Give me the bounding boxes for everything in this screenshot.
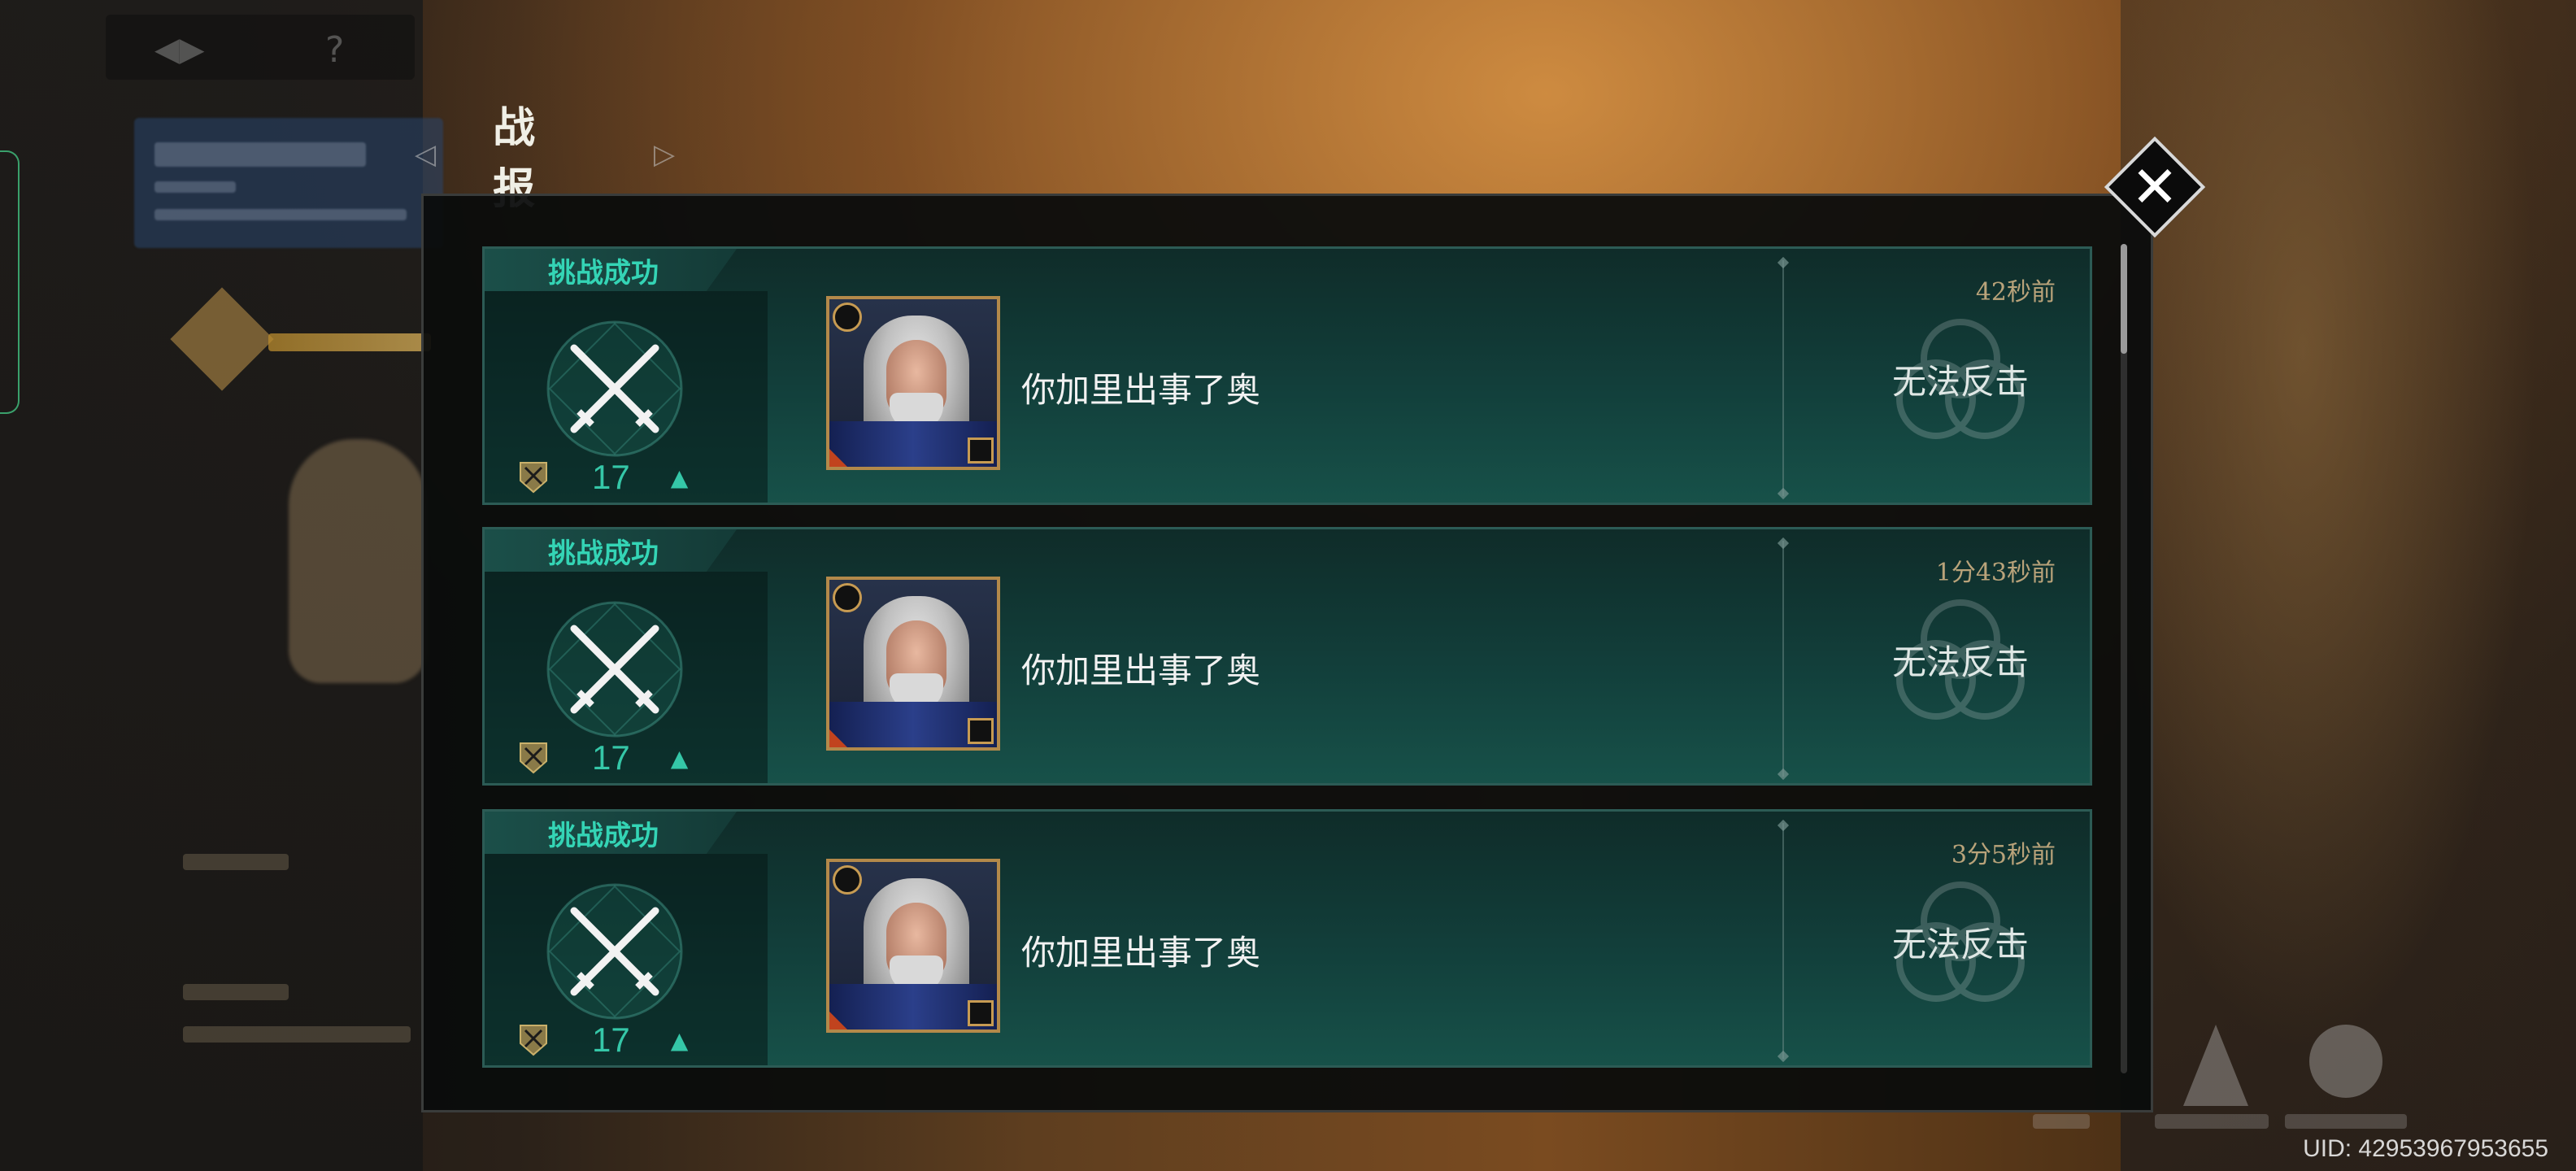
back-arrows-icon[interactable]: ◀▶ <box>154 31 205 68</box>
left-edge-tab[interactable] <box>0 150 20 414</box>
battle-info: 17 ▲ <box>485 572 768 783</box>
divider <box>1782 541 1784 777</box>
arrow-up-icon: ▲ <box>670 464 689 491</box>
level-value: 17 <box>592 1021 630 1059</box>
top-left-nav: ◀▶ ? <box>106 15 415 80</box>
report-card[interactable]: 挑战成功 17 ▲ <box>482 246 2092 505</box>
crossed-swords-icon <box>546 601 683 738</box>
status-tag: 挑战成功 <box>485 249 737 291</box>
counterattack-button[interactable]: 无法反击 <box>1859 917 2062 967</box>
uid-label: UID: 42953967953655 <box>2303 1135 2548 1162</box>
player-name: 你加里出事了奥 <box>1021 651 1261 690</box>
battle-info: 17 ▲ <box>485 291 768 503</box>
level-row: 17 ▲ <box>516 1021 688 1060</box>
arrow-up-icon: ▲ <box>670 1026 689 1054</box>
crossed-swords-icon <box>546 883 683 1020</box>
battle-info: 17 ▲ <box>485 854 768 1065</box>
blurred-text <box>2285 1114 2407 1129</box>
rank-crest-icon <box>520 1025 547 1056</box>
divider <box>1782 823 1784 1059</box>
rank-corner-icon <box>968 437 994 464</box>
status-tag: 挑战成功 <box>485 812 737 854</box>
blurred-progress-bar <box>268 333 431 351</box>
counterattack-button[interactable]: 无法反击 <box>1859 355 2062 404</box>
rank-corner-icon <box>968 1000 994 1026</box>
status-label: 挑战成功 <box>548 256 659 289</box>
scrollbar[interactable] <box>2121 244 2127 1073</box>
blurred-text <box>183 1026 411 1043</box>
blurred-text <box>2033 1114 2090 1129</box>
blurred-info-panel <box>134 118 443 248</box>
blurred-emblem <box>289 439 427 683</box>
rank-crest-icon <box>520 742 547 774</box>
help-icon[interactable]: ? <box>325 29 344 71</box>
hud-icon-right[interactable] <box>2301 1016 2391 1122</box>
blurred-text <box>2155 1114 2269 1129</box>
arrow-up-icon: ▲ <box>670 744 689 772</box>
counterattack-button[interactable]: 无法反击 <box>1859 635 2062 685</box>
report-card[interactable]: 挑战成功 17 ▲ <box>482 527 2092 786</box>
status-label: 挑战成功 <box>548 819 659 852</box>
report-card[interactable]: 挑战成功 17 ▲ <box>482 809 2092 1068</box>
corner-mark-icon <box>829 449 847 467</box>
hud-icon-left[interactable] <box>2171 1016 2261 1122</box>
level-row: 17 ▲ <box>516 458 688 497</box>
avatar[interactable] <box>826 577 1000 751</box>
level-row: 17 ▲ <box>516 738 688 777</box>
player-name: 你加里出事了奥 <box>1021 933 1261 973</box>
scrollbar-thumb[interactable] <box>2121 244 2127 354</box>
divider <box>1782 260 1784 496</box>
timestamp: 42秒前 <box>1975 278 2056 307</box>
faction-icon <box>833 865 862 895</box>
arrow-left-icon[interactable]: ◁ <box>415 138 436 171</box>
level-value: 17 <box>592 738 630 777</box>
close-icon: ✕ <box>2130 154 2179 220</box>
blurred-text <box>183 854 289 870</box>
corner-mark-icon <box>829 729 847 747</box>
faction-icon <box>833 583 862 612</box>
crossed-swords-icon <box>546 320 683 457</box>
page-header: ◁ 战 报 ▷ <box>415 103 675 214</box>
rank-corner-icon <box>968 718 994 744</box>
timestamp: 1分43秒前 <box>1935 559 2056 587</box>
avatar[interactable] <box>826 859 1000 1033</box>
blurred-text <box>183 984 289 1000</box>
rank-crest-icon <box>520 462 547 494</box>
level-value: 17 <box>592 458 630 496</box>
arrow-right-icon[interactable]: ▷ <box>654 138 675 171</box>
avatar[interactable] <box>826 296 1000 470</box>
status-label: 挑战成功 <box>548 537 659 570</box>
corner-mark-icon <box>829 1012 847 1030</box>
faction-icon <box>833 303 862 332</box>
player-name: 你加里出事了奥 <box>1021 370 1261 410</box>
close-button[interactable]: ✕ <box>2104 136 2206 238</box>
status-tag: 挑战成功 <box>485 529 737 572</box>
timestamp: 3分5秒前 <box>1951 841 2056 869</box>
